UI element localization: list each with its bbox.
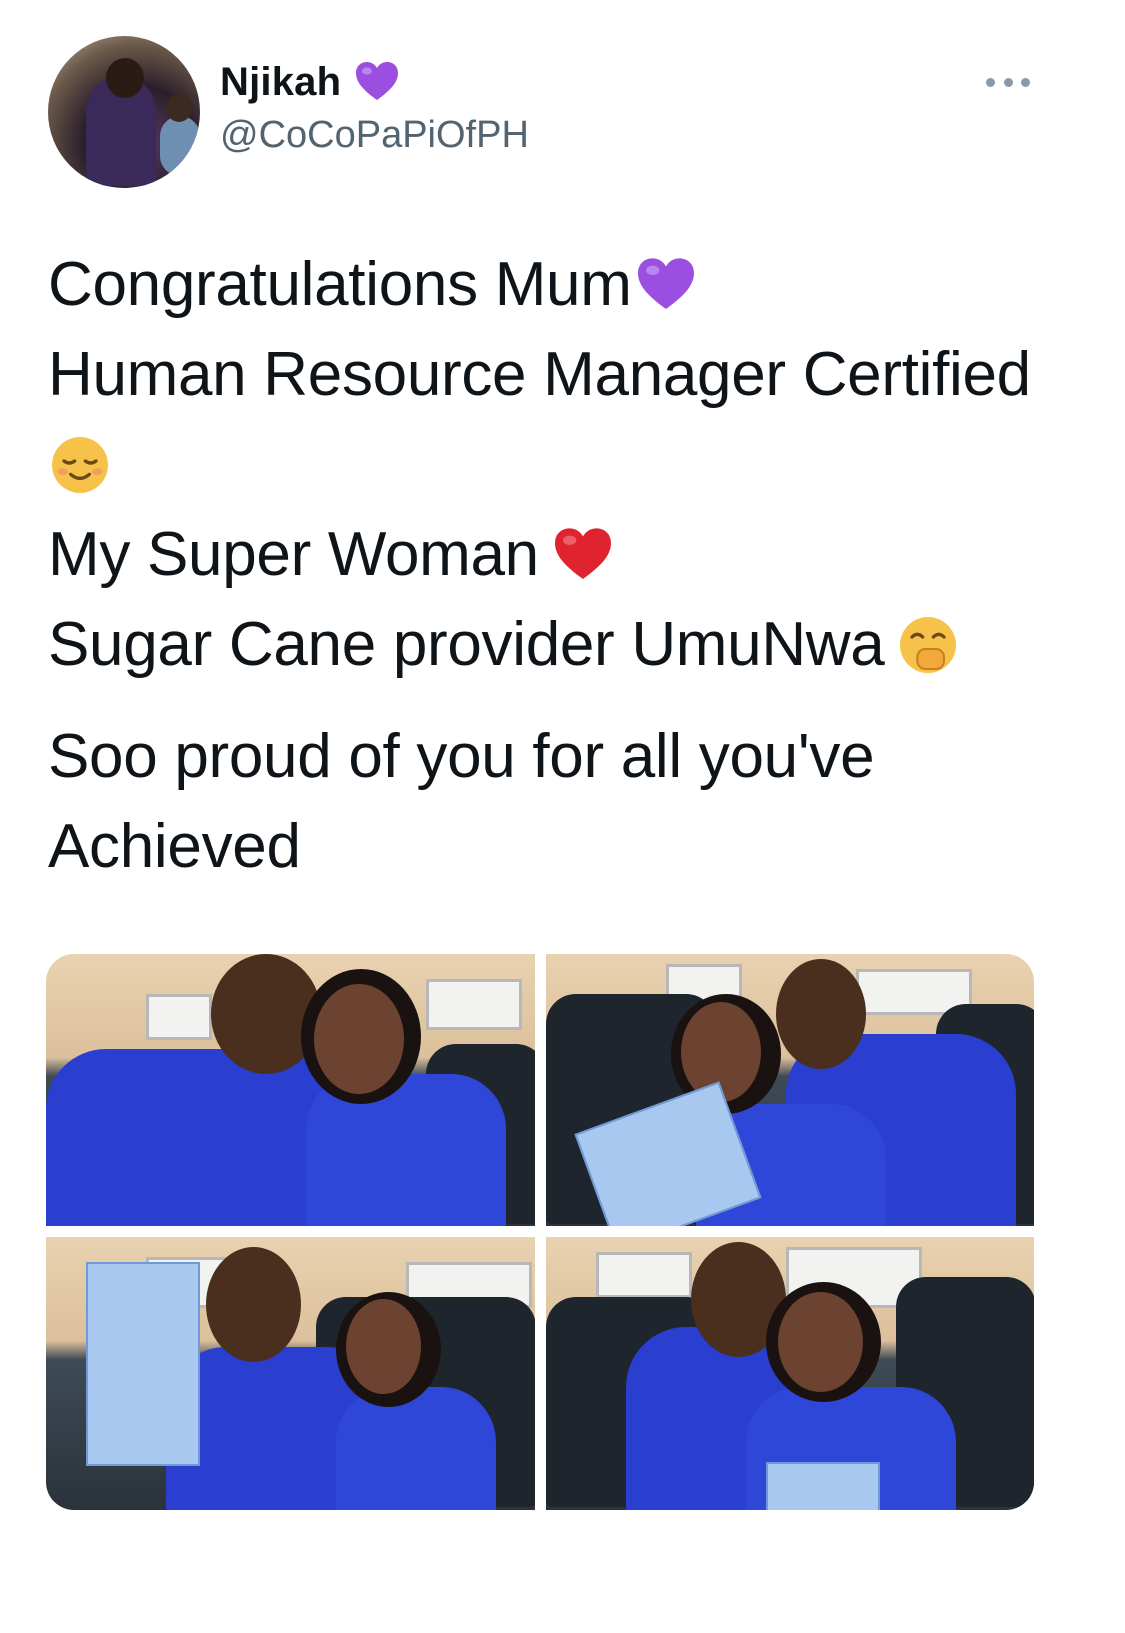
tweet-line-text: Achieved xyxy=(48,812,301,881)
man-figure xyxy=(46,1049,346,1226)
certificate-document xyxy=(86,1262,200,1466)
tweet-line: My Super Woman xyxy=(48,510,1078,600)
more-dots-icon xyxy=(986,77,995,87)
author-name-row[interactable]: Njikah xyxy=(220,58,401,106)
relieved-face-icon xyxy=(52,437,108,493)
woman-head xyxy=(314,984,404,1094)
hand-over-mouth-icon xyxy=(900,617,957,673)
tweet-line-text: Congratulations Mum xyxy=(48,250,632,319)
author-avatar[interactable] xyxy=(48,36,200,188)
tweet-line: Congratulations Mum xyxy=(48,240,1078,330)
avatar-figure-2 xyxy=(160,116,200,176)
building-window xyxy=(146,994,212,1040)
certificate-document xyxy=(766,1462,880,1510)
tweet-line-text: Human Resource Manager Certified xyxy=(48,340,1031,409)
building-window xyxy=(596,1252,692,1298)
purple-heart-icon xyxy=(356,62,399,100)
woman-head xyxy=(778,1292,863,1392)
tweet-line: Human Resource Manager Certified xyxy=(48,330,1078,420)
more-options-button[interactable] xyxy=(986,64,1030,100)
photo-grid xyxy=(46,954,1034,1510)
photo-2[interactable] xyxy=(546,954,1034,1226)
tweet-line: Achieved xyxy=(48,802,1078,892)
man-head xyxy=(206,1247,301,1362)
photo-1[interactable] xyxy=(46,954,535,1226)
woman-figure xyxy=(336,1387,496,1510)
photo-4[interactable] xyxy=(546,1237,1034,1510)
more-dots-icon xyxy=(1021,77,1030,87)
photo-3[interactable] xyxy=(46,1237,535,1510)
author-name[interactable]: Njikah xyxy=(220,60,341,105)
red-heart-icon xyxy=(554,528,611,579)
tweet-line-text: My Super Woman xyxy=(48,520,539,589)
more-dots-icon xyxy=(1003,77,1013,87)
purple-heart-icon xyxy=(637,258,694,309)
tweet-line-text: Soo proud of you for all you've xyxy=(48,722,875,791)
avatar-figure-head xyxy=(106,58,144,98)
tweet-line xyxy=(48,420,1078,510)
avatar-figure-2-head xyxy=(166,94,192,122)
tweet-text: Congratulations Mum Human Resource Manag… xyxy=(48,240,1078,892)
woman-head xyxy=(346,1299,421,1394)
tweet-line: Soo proud of you for all you've xyxy=(48,712,1078,802)
tweet-line-text: Sugar Cane provider UmuNwa xyxy=(48,610,885,679)
building-window xyxy=(426,979,522,1030)
tweet-line: Sugar Cane provider UmuNwa xyxy=(48,600,1078,690)
author-handle[interactable]: @CoCoPaPiOfPH xyxy=(220,114,529,157)
man-head xyxy=(776,959,866,1069)
